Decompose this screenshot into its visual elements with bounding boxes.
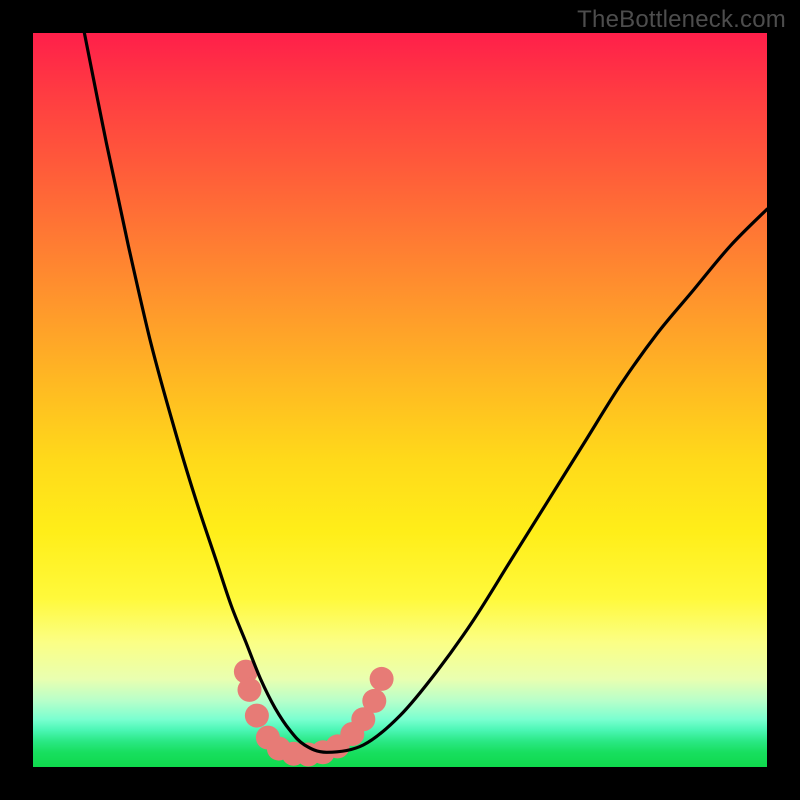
plot-area xyxy=(33,33,767,767)
marker-dot xyxy=(245,704,269,728)
marker-dot xyxy=(238,678,262,702)
watermark-text: TheBottleneck.com xyxy=(577,6,786,34)
curve-layer xyxy=(33,33,767,767)
bottleneck-path xyxy=(84,33,767,752)
chart-frame: TheBottleneck.com xyxy=(0,0,800,800)
marker-dot xyxy=(370,667,394,691)
marker-dot xyxy=(362,689,386,713)
